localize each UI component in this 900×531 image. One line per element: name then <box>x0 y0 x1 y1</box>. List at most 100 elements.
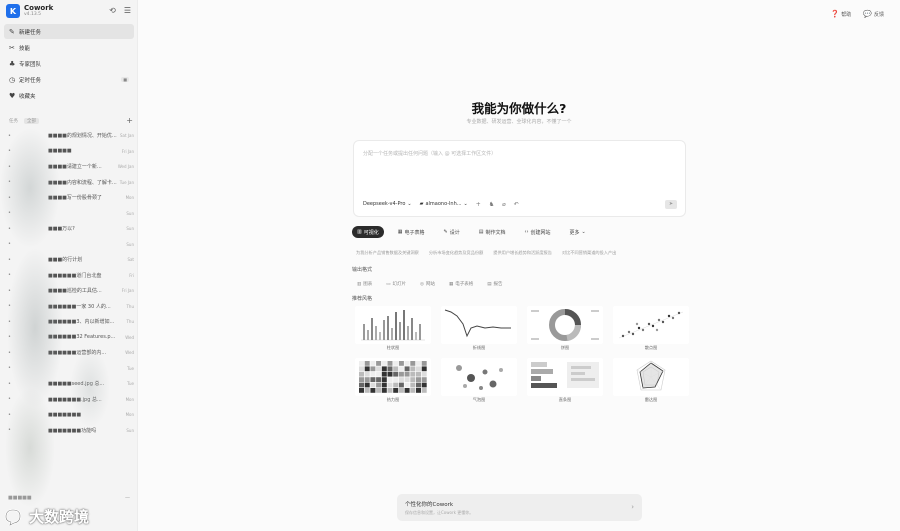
format-option-slides[interactable]: ▭ 幻灯片 <box>386 281 406 288</box>
history-icon[interactable]: ⟲ <box>109 7 116 15</box>
sidebar-item-new-task[interactable]: ✎ 新建任务 <box>4 24 134 39</box>
tab-design[interactable]: ✎ 设计 <box>439 226 465 238</box>
suggestion-item[interactable]: 分析市场变化趋势及竞品份额 <box>429 250 483 256</box>
workspace-selector[interactable]: ▰ almaono-lnh... ⌄ <box>420 201 468 207</box>
sidebar-item-skills[interactable]: ✂ 技能 <box>4 40 134 55</box>
personalize-banner[interactable]: 个性化你的Cowork 保存信息和设置，让Cowork 更懂你。 › <box>397 494 642 521</box>
task-history-item[interactable]: • ■■■■■■■ Mon <box>8 407 134 423</box>
user-name[interactable]: ■■■■■ <box>8 495 32 501</box>
task-history-item[interactable]: • ■■■■写一份股骨颈了 Mon <box>8 190 134 206</box>
heatmap-cell <box>370 361 376 366</box>
send-button[interactable]: ➤ <box>665 199 677 209</box>
heatmap-cell <box>410 388 416 393</box>
format-option-spreadsheet[interactable]: ▦ 电子表格 <box>449 281 473 288</box>
task-history-item[interactable]: • ■■■■■■■功能吗 Sun <box>8 423 134 439</box>
task-history-item[interactable]: • ■■■■■■运营部的内... Wed <box>8 345 134 361</box>
pin-icon: • <box>8 365 11 372</box>
attach-icon[interactable]: ⌀ <box>502 201 506 208</box>
style-card-radar[interactable]: 雷达图 <box>613 358 689 404</box>
heatmap-cell <box>421 361 427 366</box>
task-time: Sat Jan <box>120 133 134 139</box>
suggestion-item[interactable]: 提供用户增长趋势和活跃度报告 <box>493 250 552 256</box>
page-title: 我能为你做什么? <box>471 101 567 116</box>
team-icon: ♣ <box>9 59 16 68</box>
style-card-pie[interactable]: 饼图 <box>527 306 603 352</box>
task-history-item[interactable]: • ■■■■■■■.jpg 总... Mon <box>8 392 134 408</box>
task-history-item[interactable]: • ■■■■的规划情况、开始优... Sat Jan <box>8 128 134 144</box>
hbar-chart-thumbnail <box>527 358 603 396</box>
style-card-line[interactable]: 折线图 <box>441 306 517 352</box>
style-card-label: 折线图 <box>472 345 486 350</box>
task-history-item[interactable]: • Sun <box>8 237 134 253</box>
task-history-item[interactable]: • ■■■的行计划 Sat <box>8 252 134 268</box>
format-option-report[interactable]: ▤ 报告 <box>487 281 502 288</box>
task-composer[interactable]: 分配一个任务或提出任何问题（输入 @ 可选择工作区文件） Deepseek-v4… <box>353 140 686 217</box>
tab-spreadsheet[interactable]: ▦ 电子表格 <box>393 226 430 238</box>
doc-icon: ▤ <box>478 229 484 235</box>
composer-placeholder[interactable]: 分配一个任务或提出任何问题（输入 @ 可选择工作区文件） <box>363 150 496 157</box>
task-history-item[interactable]: • ■■■■■■道门台北盘 Fri <box>8 268 134 284</box>
undo-icon[interactable]: ↶ <box>514 201 519 208</box>
style-card-label: 热力图 <box>386 397 400 402</box>
task-history-item[interactable]: • Sun <box>8 206 134 222</box>
style-card-hbar[interactable]: 直条图 <box>527 358 603 404</box>
app-name: Cowork <box>24 4 54 12</box>
heatmap-cell <box>364 388 370 393</box>
heatmap-cell <box>416 382 421 388</box>
task-history-item[interactable]: • ■■■万以? Sun <box>8 221 134 237</box>
heatmap-cell <box>393 382 399 388</box>
task-history-item[interactable]: • ■■■■■■3、内以新增如... Thu <box>8 314 134 330</box>
collapse-sidebar-icon[interactable]: ☰ <box>124 7 131 15</box>
sidebar-item-scheduled[interactable]: ◷ 定时任务 ■ <box>4 72 134 87</box>
style-card-bubble[interactable]: 气泡图 <box>441 358 517 404</box>
task-history-item[interactable]: • ■■■■请建立一个新... Wed Jan <box>8 159 134 175</box>
model-selector[interactable]: Deepseek-v4-Pro ⌄ <box>363 201 412 207</box>
task-time: Tue <box>127 365 134 371</box>
heatmap-cell <box>376 377 382 382</box>
task-history-item[interactable]: • ■■■■■ Fri Jan <box>8 144 134 160</box>
more-icon[interactable]: — <box>125 495 130 501</box>
task-history-item[interactable]: • ■■■■巡检的工具估... Fri Jan <box>8 283 134 299</box>
sidebar-item-label: 新建任务 <box>19 29 42 36</box>
task-history-list: • ■■■■的规划情况、开始优... Sat Jan • ■■■■■ Fri Jan • ■■… <box>8 128 134 438</box>
plus-icon[interactable]: + <box>476 201 481 208</box>
task-history-item[interactable]: • Tue <box>8 361 134 377</box>
tab-website[interactable]: ‹› 创建网站 <box>519 226 555 238</box>
tab-visualization[interactable]: ▥ 可视化 <box>352 226 384 238</box>
sidebar-item-favorites[interactable]: ♥ 收藏夹 <box>4 88 134 103</box>
task-history-item[interactable]: • ■■■■■■一家 30 人的... Thu <box>8 299 134 315</box>
brand[interactable]: K Cowork v4.13.5 <box>6 4 53 18</box>
heatmap-cell <box>381 388 387 393</box>
sidebar-item-label: 技能 <box>19 45 31 52</box>
bar-chart-thumbnail <box>355 306 431 344</box>
format-option-website[interactable]: ◎ 网站 <box>420 281 435 288</box>
edit-icon: ✎ <box>9 27 15 36</box>
heatmap-cell <box>393 366 399 372</box>
scatter-chart-thumbnail <box>613 306 689 344</box>
task-history-item[interactable]: • ■■■■内容和流程、了解卡... Tue Jan <box>8 175 134 191</box>
heatmap-cell <box>416 388 421 393</box>
style-card-label: 散点图 <box>644 345 658 350</box>
skill-icon[interactable]: ♞ <box>489 201 494 208</box>
style-card-bar[interactable]: 柱状图 <box>355 306 431 352</box>
task-time: Tue Jan <box>119 179 134 185</box>
tab-more[interactable]: 更多 ⌄ <box>564 226 590 238</box>
promo-title: 个性化你的Cowork <box>405 502 454 508</box>
add-task-icon[interactable]: + <box>126 116 133 125</box>
task-time: Fri <box>129 272 134 278</box>
format-option-chart[interactable]: ▥ 图表 <box>357 281 372 288</box>
composer-toolbar: Deepseek-v4-Pro ⌄ ▰ almaono-lnh... ⌄ + ♞… <box>363 199 677 209</box>
task-history-item[interactable]: • ■■■■■seed.jpg 总... Tue <box>8 376 134 392</box>
heatmap-cell <box>387 382 393 388</box>
filter-pill[interactable]: 全部 <box>24 117 39 124</box>
style-card-heatmap[interactable]: 热力图 <box>355 358 431 404</box>
suggestion-item[interactable]: 为我分析产品销售数据及关键洞察 <box>356 250 419 256</box>
sidebar-item-experts[interactable]: ♣ 专家团队 <box>4 56 134 71</box>
style-card-label: 雷达图 <box>644 397 658 402</box>
task-history-item[interactable]: • ■■■■■■32 Features.p... Wed <box>8 330 134 346</box>
app-window: K Cowork v4.13.5 ⟲ ☰ ✎ 新建任务 ✂ 技能 ♣ 专家团队 <box>0 0 900 531</box>
tab-document[interactable]: ▤ 制作文档 <box>474 226 511 238</box>
suggestion-item[interactable]: 对比不同营销渠道的投入产出 <box>562 250 616 256</box>
style-card-scatter[interactable]: 散点图 <box>613 306 689 352</box>
heatmap-cell <box>398 366 404 372</box>
